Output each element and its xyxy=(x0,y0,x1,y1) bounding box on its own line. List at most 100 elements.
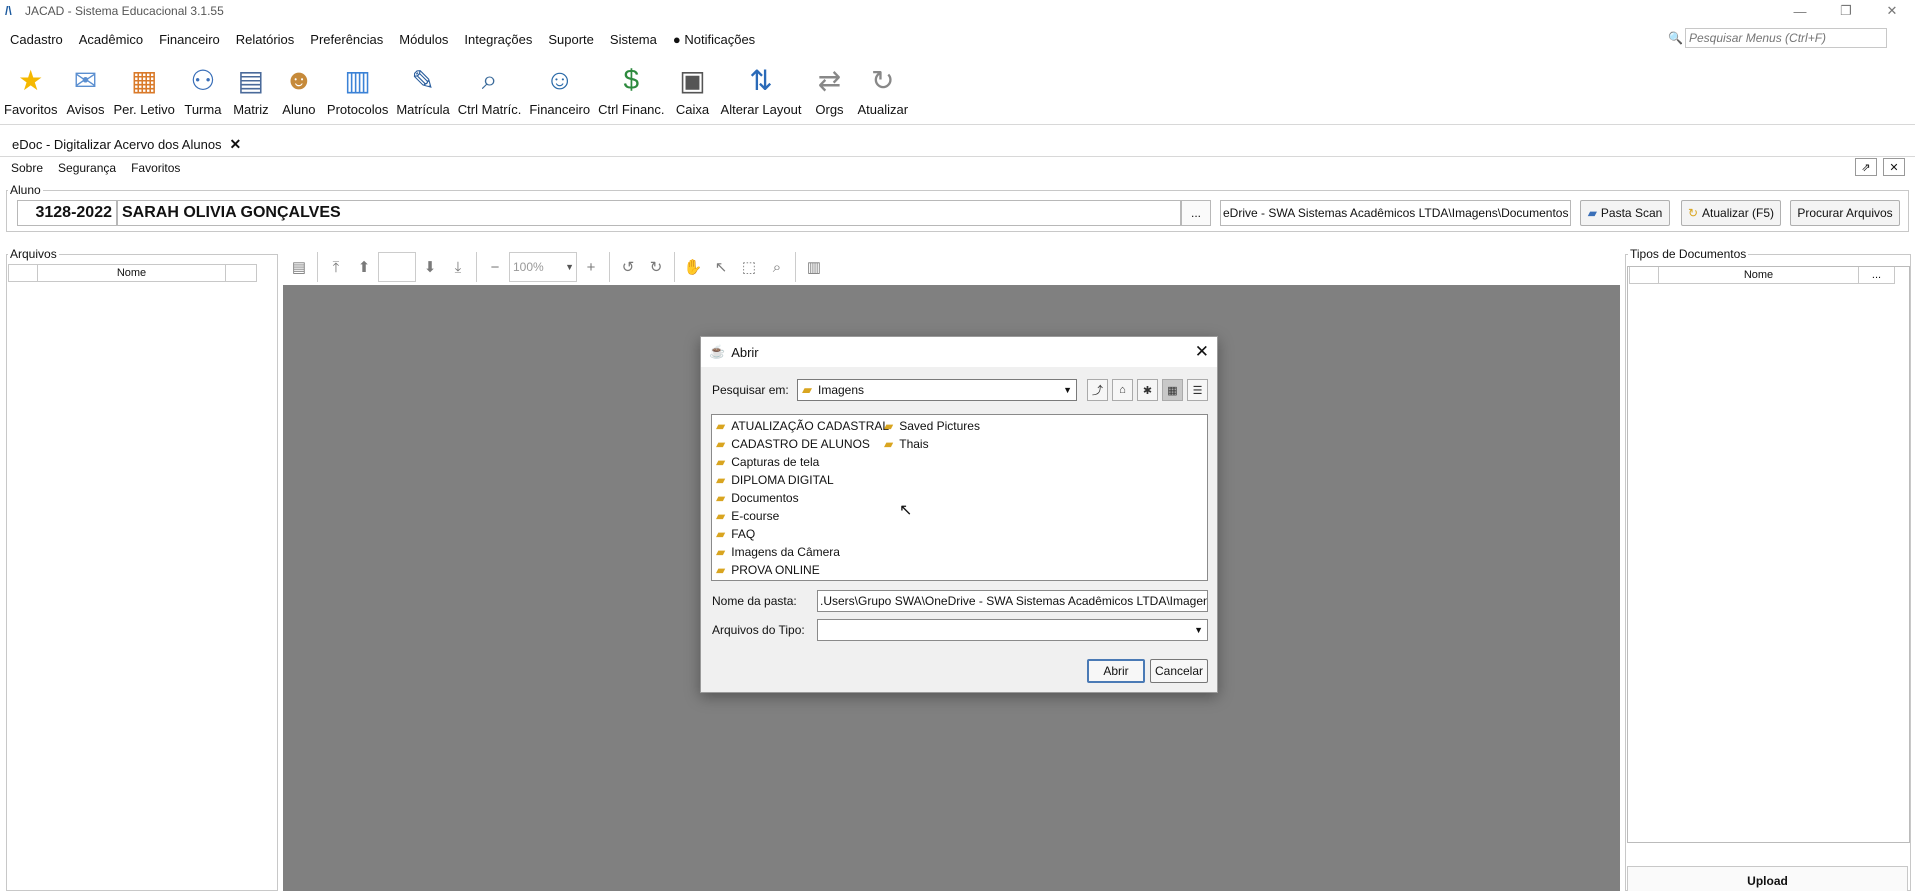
path-field[interactable]: eDrive - SWA Sistemas Acadêmicos LTDA\Im… xyxy=(1220,200,1571,226)
page-number-input[interactable] xyxy=(378,252,416,282)
look-in-combo[interactable]: ▰ Imagens ▼ xyxy=(797,379,1077,401)
upload-button[interactable]: Upload xyxy=(1627,866,1908,891)
abrir-button[interactable]: Abrir xyxy=(1087,659,1145,683)
menu-preferencias[interactable]: Preferências xyxy=(310,32,383,47)
menu-cadastro[interactable]: Cadastro xyxy=(10,32,63,47)
list-view-icon[interactable]: ▦ xyxy=(1162,379,1183,401)
menu-notificacoes[interactable]: ● Notificações xyxy=(673,32,755,47)
tab-close-icon[interactable]: ✕ xyxy=(230,136,242,153)
print-icon[interactable]: ▥ xyxy=(800,253,828,281)
list-item[interactable]: ▰ Documentos xyxy=(716,489,799,506)
folder-list[interactable]: ▰ ATUALIZAÇÃO CADASTRAL ▰ CADASTRO DE ALUN… xyxy=(711,414,1208,581)
separator xyxy=(795,252,796,282)
minimize-button[interactable]: — xyxy=(1777,0,1823,22)
submenu-seguranca[interactable]: Segurança xyxy=(58,161,116,175)
arquivos-col-nome[interactable]: Nome xyxy=(38,265,226,281)
arrows-swap-icon: ⇄ xyxy=(817,64,842,96)
dynamic-zoom-icon[interactable]: ⌕ xyxy=(763,253,791,281)
document-icon: ▤ xyxy=(237,64,265,96)
menu-academico[interactable]: Acadêmico xyxy=(79,32,143,47)
toolbar-avisos[interactable]: ✉ Avisos xyxy=(65,60,105,118)
select-tool-icon[interactable]: ↖ xyxy=(707,253,735,281)
up-folder-icon[interactable]: ⤴ xyxy=(1087,379,1108,401)
toolbar-matricula[interactable]: ✎ Matrícula xyxy=(396,60,449,118)
procurar-arquivos-button[interactable]: Procurar Arquivos xyxy=(1790,200,1900,226)
toolbar-favoritos[interactable]: ★ Favoritos xyxy=(4,60,57,118)
close-panel-icon[interactable]: ✕ xyxy=(1883,158,1905,176)
aluno-lookup-button[interactable]: ... xyxy=(1181,200,1211,226)
menu-suporte[interactable]: Suporte xyxy=(548,32,594,47)
pasta-scan-button[interactable]: ▰ Pasta Scan xyxy=(1580,200,1670,226)
toolbar-atualizar[interactable]: ↻ Atualizar xyxy=(857,60,908,118)
rotate-left-icon[interactable]: ↺ xyxy=(614,253,642,281)
close-window-button[interactable]: ✕ xyxy=(1869,0,1915,22)
title-bar: /\ JACAD - Sistema Educacional 3.1.55 — … xyxy=(0,0,1915,22)
separator xyxy=(609,252,610,282)
list-item[interactable]: ▰ Thais xyxy=(884,435,929,452)
new-folder-icon[interactable]: ✱ xyxy=(1137,379,1158,401)
first-page-icon[interactable]: ⤒ xyxy=(322,253,350,281)
tab-edoc[interactable]: eDoc - Digitalizar Acervo dos Alunos ✕ xyxy=(12,136,241,153)
folder-icon: ▰ xyxy=(716,454,726,469)
toolbar-protocolos[interactable]: ▥ Protocolos xyxy=(327,60,388,118)
arquivos-group xyxy=(6,254,278,891)
toolbar-caixa[interactable]: ▣ Caixa xyxy=(673,60,713,118)
rotate-right-icon[interactable]: ↻ xyxy=(642,253,670,281)
layout-swap-icon: ⇅ xyxy=(749,64,773,96)
list-item[interactable]: ▰ FAQ xyxy=(716,525,755,542)
folder-name-field[interactable]: .Users\Grupo SWA\OneDrive - SWA Sistemas… xyxy=(817,590,1208,612)
atualizar-f5-button[interactable]: ↻ Atualizar (F5) xyxy=(1681,200,1781,226)
toolbar-ctrl-matric[interactable]: ⌕ Ctrl Matríc. xyxy=(458,60,522,118)
prev-page-icon[interactable]: ⬆ xyxy=(350,253,378,281)
restore-button[interactable]: ❐ xyxy=(1823,0,1869,22)
list-item[interactable]: ▰ ATUALIZAÇÃO CADASTRAL xyxy=(716,417,889,434)
toolbar-per-letivo[interactable]: ▦ Per. Letivo xyxy=(113,60,174,118)
toolbar-turma[interactable]: ⚇ Turma xyxy=(183,60,223,118)
list-item[interactable]: ▰ PROVA ONLINE xyxy=(716,561,820,578)
home-icon[interactable]: ⌂ xyxy=(1112,379,1133,401)
arquivos-col-select[interactable] xyxy=(9,265,38,281)
panel-controls: ⇗ ✕ xyxy=(1855,158,1905,176)
toolbar-matriz[interactable]: ▤ Matriz xyxy=(231,60,271,118)
refresh-folder-icon: ↻ xyxy=(1687,206,1699,220)
zoom-select[interactable]: 100% ▼ xyxy=(509,252,577,282)
cancelar-button[interactable]: Cancelar xyxy=(1150,659,1208,683)
list-item[interactable]: ▰ Capturas de tela xyxy=(716,453,819,470)
next-page-icon[interactable]: ⬇ xyxy=(416,253,444,281)
page-view-icon[interactable]: ▤ xyxy=(285,253,313,281)
menu-sistema[interactable]: Sistema xyxy=(610,32,657,47)
list-item[interactable]: ▰ Imagens da Câmera xyxy=(716,543,840,560)
marquee-zoom-icon[interactable]: ⬚ xyxy=(735,253,763,281)
detach-icon[interactable]: ⇗ xyxy=(1855,158,1877,176)
aluno-code-field[interactable]: 3128-2022 xyxy=(17,200,117,226)
sub-menu-bar: Sobre Segurança Favoritos xyxy=(0,158,184,178)
zoom-in-icon[interactable]: + xyxy=(577,253,605,281)
submenu-sobre[interactable]: Sobre xyxy=(11,161,43,175)
list-item[interactable]: ▰ E-course xyxy=(716,507,779,524)
menu-search-input[interactable] xyxy=(1686,31,1886,45)
menu-relatorios[interactable]: Relatórios xyxy=(236,32,295,47)
menu-modulos[interactable]: Módulos xyxy=(399,32,448,47)
dialog-close-icon[interactable]: ✕ xyxy=(1195,342,1209,362)
aluno-name-field[interactable]: SARAH OLIVIA GONÇALVES xyxy=(117,200,1181,226)
file-type-select[interactable]: ▼ xyxy=(817,619,1208,641)
menu-integracoes[interactable]: Integrações xyxy=(464,32,532,47)
list-item[interactable]: ▰ CADASTRO DE ALUNOS xyxy=(716,435,870,452)
submenu-favoritos[interactable]: Favoritos xyxy=(131,161,180,175)
money-hand-icon: $ xyxy=(623,64,640,95)
tipos-table-body xyxy=(1627,266,1910,843)
zoom-out-icon[interactable]: − xyxy=(481,253,509,281)
java-icon: ☕ xyxy=(709,344,726,359)
details-view-icon[interactable]: ☰ xyxy=(1187,379,1208,401)
toolbar-alterar-layout[interactable]: ⇅ Alterar Layout xyxy=(721,60,802,118)
last-page-icon[interactable]: ⤓ xyxy=(444,253,472,281)
toolbar-financeiro[interactable]: ☺ Financeiro xyxy=(529,60,590,117)
toolbar-orgs[interactable]: ⇄ Orgs xyxy=(809,60,849,118)
list-item[interactable]: ▰ Saved Pictures xyxy=(884,417,980,434)
toolbar-ctrl-financ[interactable]: $ Ctrl Financ. xyxy=(598,60,664,117)
menu-financeiro[interactable]: Financeiro xyxy=(159,32,220,47)
toolbar-aluno[interactable]: ☻ Aluno xyxy=(279,60,319,117)
hand-tool-icon[interactable]: ✋ xyxy=(679,253,707,281)
list-item[interactable]: ▰ DIPLOMA DIGITAL xyxy=(716,471,834,488)
arquivos-col-extra[interactable] xyxy=(226,265,256,281)
